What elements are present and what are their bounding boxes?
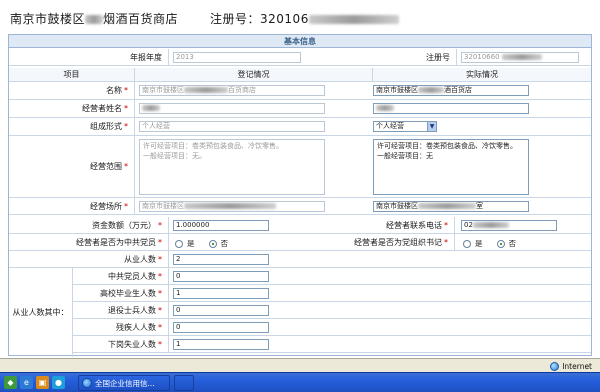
redacted-block: [418, 203, 476, 209]
row-place: 经营场所 * 南京市鼓楼区 南京市鼓楼区室: [9, 198, 591, 215]
scope-actual-textarea[interactable]: 许可经营项目：卷类预包装食品、冷饮零售。 一般经营项目：无: [373, 139, 529, 195]
redacted-block: [85, 15, 104, 24]
laidoff-label: 下岗失业人数 *: [73, 336, 169, 352]
party-count-field[interactable]: 0: [173, 271, 269, 282]
redacted-block: [308, 15, 399, 24]
disabled-field[interactable]: 0: [173, 322, 269, 333]
section-title: 基本信息: [9, 35, 591, 48]
place-registered-field[interactable]: 南京市鼓楼区: [139, 201, 325, 212]
staff-label: 从业人数 *: [9, 251, 169, 267]
browser-status-bar: Internet: [0, 358, 600, 372]
taskbar: ◆ e ▣ ● 全国企业信用信...: [0, 372, 600, 392]
form-type-actual-select[interactable]: 个人经营 ▼: [373, 121, 437, 132]
redacted-block: [184, 87, 228, 93]
place-label: 经营场所 *: [9, 198, 135, 214]
registration-number: 注册号：320106: [210, 10, 399, 27]
reg-no-label: 注册号: [369, 49, 457, 65]
staff-among-label: 从业人数其中：: [9, 268, 73, 357]
year-field[interactable]: 2013: [173, 52, 301, 63]
desktop-icon[interactable]: ◆: [4, 376, 17, 389]
form-type-label: 组成形式 *: [9, 118, 135, 135]
row-year: 年报年度 2013 注册号 32010660: [9, 49, 591, 66]
row-capital: 资金数额（万元） * 1.000000 经营者联系电话 * 02: [9, 217, 591, 234]
secretary-radio-group: 是 否: [463, 238, 516, 249]
operator-label: 经营者姓名 *: [9, 100, 135, 117]
phone-field[interactable]: 02: [461, 220, 557, 231]
party-count-label: 中共党员人数 *: [73, 268, 169, 284]
row-column-headers: 项目 登记情况 实际情况: [9, 68, 591, 82]
row-party-count: 中共党员人数 * 0: [73, 268, 591, 285]
redacted-block: [376, 105, 394, 111]
college-field[interactable]: 1: [173, 288, 269, 299]
secretary-yes-radio[interactable]: [463, 239, 471, 248]
year-label: 年报年度: [9, 49, 169, 65]
veteran-field[interactable]: 0: [173, 305, 269, 316]
row-form-type: 组成形式 * 个人经营 个人经营 ▼: [9, 118, 591, 136]
name-actual-field[interactable]: 南京市鼓楼区 酒百货店: [373, 85, 529, 96]
scope-registered-textarea[interactable]: 许可经营项目：卷类预包装食品、冷饮零售。 一般经营项目：无。: [139, 139, 325, 195]
chevron-down-icon[interactable]: ▼: [427, 122, 436, 131]
basic-info-form: 基本信息 年报年度 2013 注册号 32010660 项目 登记情况 实际情况…: [8, 34, 592, 357]
party-yes-radio[interactable]: [175, 239, 183, 248]
ie-quick-icon[interactable]: e: [20, 376, 33, 389]
globe-icon: [550, 361, 560, 371]
row-college: 高校毕业生人数 * 1: [73, 285, 591, 302]
laidoff-field[interactable]: 1: [173, 339, 269, 350]
place-actual-field[interactable]: 南京市鼓楼区室: [373, 201, 529, 212]
col-actual-header: 实际情况: [466, 70, 498, 79]
secretary-label: 经营者是否为党组织书记 *: [309, 234, 455, 250]
redacted-block: [472, 222, 509, 228]
folder-icon[interactable]: ▣: [36, 376, 49, 389]
party-label: 经营者是否为中共党员 *: [9, 234, 169, 250]
taskbar-window-button[interactable]: 全国企业信用信...: [78, 375, 170, 391]
quick-launch: ◆ e ▣ ●: [4, 376, 65, 389]
security-zone: Internet: [550, 360, 592, 372]
row-veteran: 退役士兵人数 * 0: [73, 302, 591, 319]
row-laidoff: 下岗失业人数 * 1: [73, 336, 591, 353]
name-label: 名称 *: [9, 82, 135, 99]
phone-label: 经营者联系电话 *: [309, 217, 455, 233]
operator-actual-field[interactable]: [373, 103, 529, 114]
operator-registered-field[interactable]: [139, 103, 325, 114]
row-scope: 经营范围 * 许可经营项目：卷类预包装食品、冷饮零售。 一般经营项目：无。 许可经…: [9, 136, 591, 198]
row-disabled: 残疾人人数 * 0: [73, 319, 591, 336]
redacted-block: [501, 54, 542, 60]
ie-icon: [82, 378, 92, 388]
row-name: 名称 * 南京市鼓楼区 百货商店 南京市鼓楼区 酒百货店: [9, 82, 591, 100]
redacted-block: [142, 105, 160, 111]
page-header: 南京市鼓楼区 烟酒百货商店 注册号：320106: [0, 0, 600, 34]
college-label: 高校毕业生人数 *: [73, 285, 169, 301]
redacted-block: [418, 87, 444, 93]
col-item-header: 项目: [9, 68, 135, 81]
row-staff: 从业人数 * 2: [9, 251, 591, 268]
taskbar-window-button-2[interactable]: [174, 375, 194, 391]
scope-label: 经营范围 *: [9, 136, 135, 197]
name-registered-field[interactable]: 南京市鼓楼区 百货商店: [139, 85, 325, 96]
disabled-label: 残疾人人数 *: [73, 319, 169, 335]
veteran-label: 退役士兵人数 *: [73, 302, 169, 318]
reg-no-field[interactable]: 32010660: [461, 52, 579, 63]
redacted-block: [184, 203, 276, 209]
col-registered-header: 登记情况: [135, 68, 373, 81]
messenger-icon[interactable]: ●: [52, 376, 65, 389]
party-no-radio[interactable]: [208, 239, 217, 248]
secretary-no-radio[interactable]: [496, 239, 505, 248]
staff-field[interactable]: 2: [173, 254, 269, 265]
row-party: 经营者是否为中共党员 * 是 否 经营者是否为党组织书记 * 是 否: [9, 234, 591, 251]
form-type-registered-field[interactable]: 个人经营: [139, 121, 325, 132]
capital-field[interactable]: 1.000000: [173, 220, 269, 231]
capital-label: 资金数额（万元） *: [9, 217, 169, 233]
row-operator: 经营者姓名 *: [9, 100, 591, 118]
company-name: 南京市鼓楼区 烟酒百货商店: [10, 12, 179, 26]
party-radio-group: 是 否: [175, 238, 228, 249]
